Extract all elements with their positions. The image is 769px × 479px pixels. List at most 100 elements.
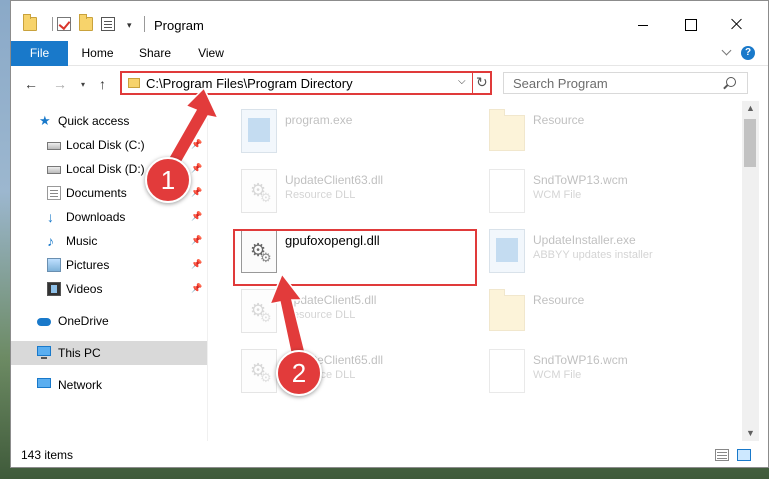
- file-item[interactable]: UpdateClient63.dll Resource DLL: [235, 165, 475, 223]
- navigation-pane: ★ Quick access Local Disk (C:) 📌 Local D…: [11, 101, 207, 441]
- network-icon: [37, 378, 51, 388]
- wcm-file-icon: [489, 349, 525, 393]
- address-bar[interactable]: C:\Program Files\Program Directory ⌵ ↻: [120, 71, 492, 95]
- pin-icon[interactable]: 📌: [191, 187, 202, 198]
- file-type: WCM File: [533, 369, 582, 381]
- refresh-icon[interactable]: ↻: [476, 74, 488, 91]
- new-folder-icon[interactable]: [79, 14, 93, 31]
- documents-icon: [47, 186, 61, 200]
- dll-icon: [241, 349, 277, 393]
- pin-icon[interactable]: 📌: [191, 139, 202, 150]
- sidebar-item-label: Pictures: [66, 258, 110, 272]
- explorer-window: ▾ Program File Home Share View ? ← → ▾ ↑…: [10, 0, 769, 468]
- cloud-icon: [37, 318, 51, 326]
- search-input[interactable]: Search Program: [513, 76, 608, 91]
- maximize-button[interactable]: [667, 11, 713, 39]
- large-icons-view-icon[interactable]: [737, 449, 751, 461]
- sidebar-item-label: Music: [66, 234, 98, 248]
- pictures-icon: [47, 258, 61, 272]
- exe-icon: [489, 229, 525, 273]
- sidebar-item-downloads[interactable]: ↓ Downloads 📌: [11, 205, 207, 229]
- sidebar-item-this-pc[interactable]: This PC: [11, 341, 207, 365]
- sidebar-item-label: Local Disk (D:): [66, 162, 145, 176]
- file-name: Resource: [533, 293, 585, 307]
- sidebar-item-label: This PC: [58, 346, 101, 360]
- help-icon[interactable]: ?: [741, 46, 755, 60]
- expand-ribbon-chevron-icon[interactable]: [722, 47, 732, 57]
- videos-icon: [47, 282, 61, 296]
- file-item[interactable]: UpdateClient5.dll Resource DLL: [235, 285, 475, 343]
- scroll-down-arrow-icon[interactable]: ▼: [746, 428, 755, 438]
- customize-toolbar-icon[interactable]: [101, 17, 115, 31]
- sidebar-item-label: Network: [58, 378, 103, 392]
- tab-home[interactable]: Home: [75, 41, 120, 66]
- up-arrow-icon[interactable]: ↑: [99, 76, 106, 92]
- file-name: Resource: [533, 113, 585, 127]
- pane-divider[interactable]: [207, 101, 208, 441]
- file-item[interactable]: SndToWP16.wcm WCM File: [483, 345, 723, 403]
- file-item[interactable]: UpdateInstaller.exe ABBYY updates instal…: [483, 225, 723, 283]
- sidebar-item-music[interactable]: ♪ Music 📌: [11, 229, 207, 253]
- file-highlight-box: [233, 229, 477, 286]
- file-name: SndToWP13.wcm: [533, 173, 628, 187]
- search-icon[interactable]: [726, 77, 736, 87]
- file-type: Resource DLL: [285, 309, 356, 321]
- address-path[interactable]: C:\Program Files\Program Directory: [146, 76, 353, 91]
- dll-icon: [241, 289, 277, 333]
- file-item[interactable]: Resource: [483, 285, 723, 343]
- address-divider: [472, 71, 473, 95]
- details-view-icon[interactable]: [715, 449, 729, 461]
- address-history-chevron-icon[interactable]: ⌵: [458, 76, 466, 87]
- sidebar-item-network[interactable]: Network: [11, 373, 207, 397]
- sidebar-item-videos[interactable]: Videos 📌: [11, 277, 207, 301]
- properties-check-icon[interactable]: [57, 17, 71, 31]
- file-item[interactable]: SndToWP13.wcm WCM File: [483, 165, 723, 223]
- search-box[interactable]: Search Program: [503, 72, 748, 94]
- star-icon: ★: [39, 113, 51, 128]
- file-type: ABBYY updates installer: [533, 249, 653, 261]
- minimize-button[interactable]: [620, 11, 666, 39]
- recent-locations-chevron-icon[interactable]: ▾: [81, 80, 85, 89]
- quick-access-dropdown-icon[interactable]: ▾: [127, 20, 132, 31]
- window-title: Program: [154, 18, 204, 33]
- file-item[interactable]: Resource: [483, 105, 723, 163]
- back-arrow-icon[interactable]: ←: [24, 76, 38, 92]
- close-button[interactable]: [714, 11, 760, 39]
- status-bar: 143 items: [11, 443, 768, 467]
- step-2-badge: 2: [276, 350, 322, 396]
- scroll-thumb[interactable]: [744, 119, 756, 167]
- download-icon: ↓: [47, 209, 54, 225]
- computer-icon: [37, 346, 51, 359]
- item-count: 143 items: [21, 448, 74, 462]
- ribbon-tabs: File Home Share View ?: [11, 41, 768, 66]
- sidebar-item-pictures[interactable]: Pictures 📌: [11, 253, 207, 277]
- pin-icon[interactable]: 📌: [191, 163, 202, 174]
- drive-icon: [47, 142, 61, 150]
- sidebar-item-label: Local Disk (C:): [66, 138, 145, 152]
- tab-view[interactable]: View: [191, 41, 231, 66]
- navigation-bar: ← → ▾ ↑ C:\Program Files\Program Directo…: [11, 67, 768, 100]
- vertical-scrollbar[interactable]: ▲ ▼: [742, 101, 759, 441]
- exe-icon: [241, 109, 277, 153]
- pin-icon[interactable]: 📌: [191, 283, 202, 294]
- scroll-up-arrow-icon[interactable]: ▲: [746, 103, 755, 113]
- pin-icon[interactable]: 📌: [191, 235, 202, 246]
- file-name: UpdateInstaller.exe: [533, 233, 636, 247]
- file-item[interactable]: program.exe: [235, 105, 475, 163]
- tab-file[interactable]: File: [11, 41, 68, 66]
- forward-arrow-icon[interactable]: →: [53, 76, 67, 92]
- title-divider: [144, 16, 145, 32]
- sidebar-item-local-disk-c[interactable]: Local Disk (C:) 📌: [11, 133, 207, 157]
- tab-share[interactable]: Share: [133, 41, 177, 66]
- file-type: Resource DLL: [285, 189, 356, 201]
- sidebar-item-label: Documents: [66, 186, 127, 200]
- sidebar-item-label: Downloads: [66, 210, 126, 224]
- pin-icon[interactable]: 📌: [191, 211, 202, 222]
- folder-icon[interactable]: [23, 14, 37, 31]
- file-item[interactable]: UpdateClient65.dll Resource DLL: [235, 345, 475, 403]
- folder-icon: [489, 109, 525, 151]
- sidebar-item-label: Quick access: [58, 114, 130, 128]
- pin-icon[interactable]: 📌: [191, 259, 202, 270]
- sidebar-item-quick-access[interactable]: ★ Quick access: [11, 109, 207, 133]
- sidebar-item-onedrive[interactable]: OneDrive: [11, 309, 207, 333]
